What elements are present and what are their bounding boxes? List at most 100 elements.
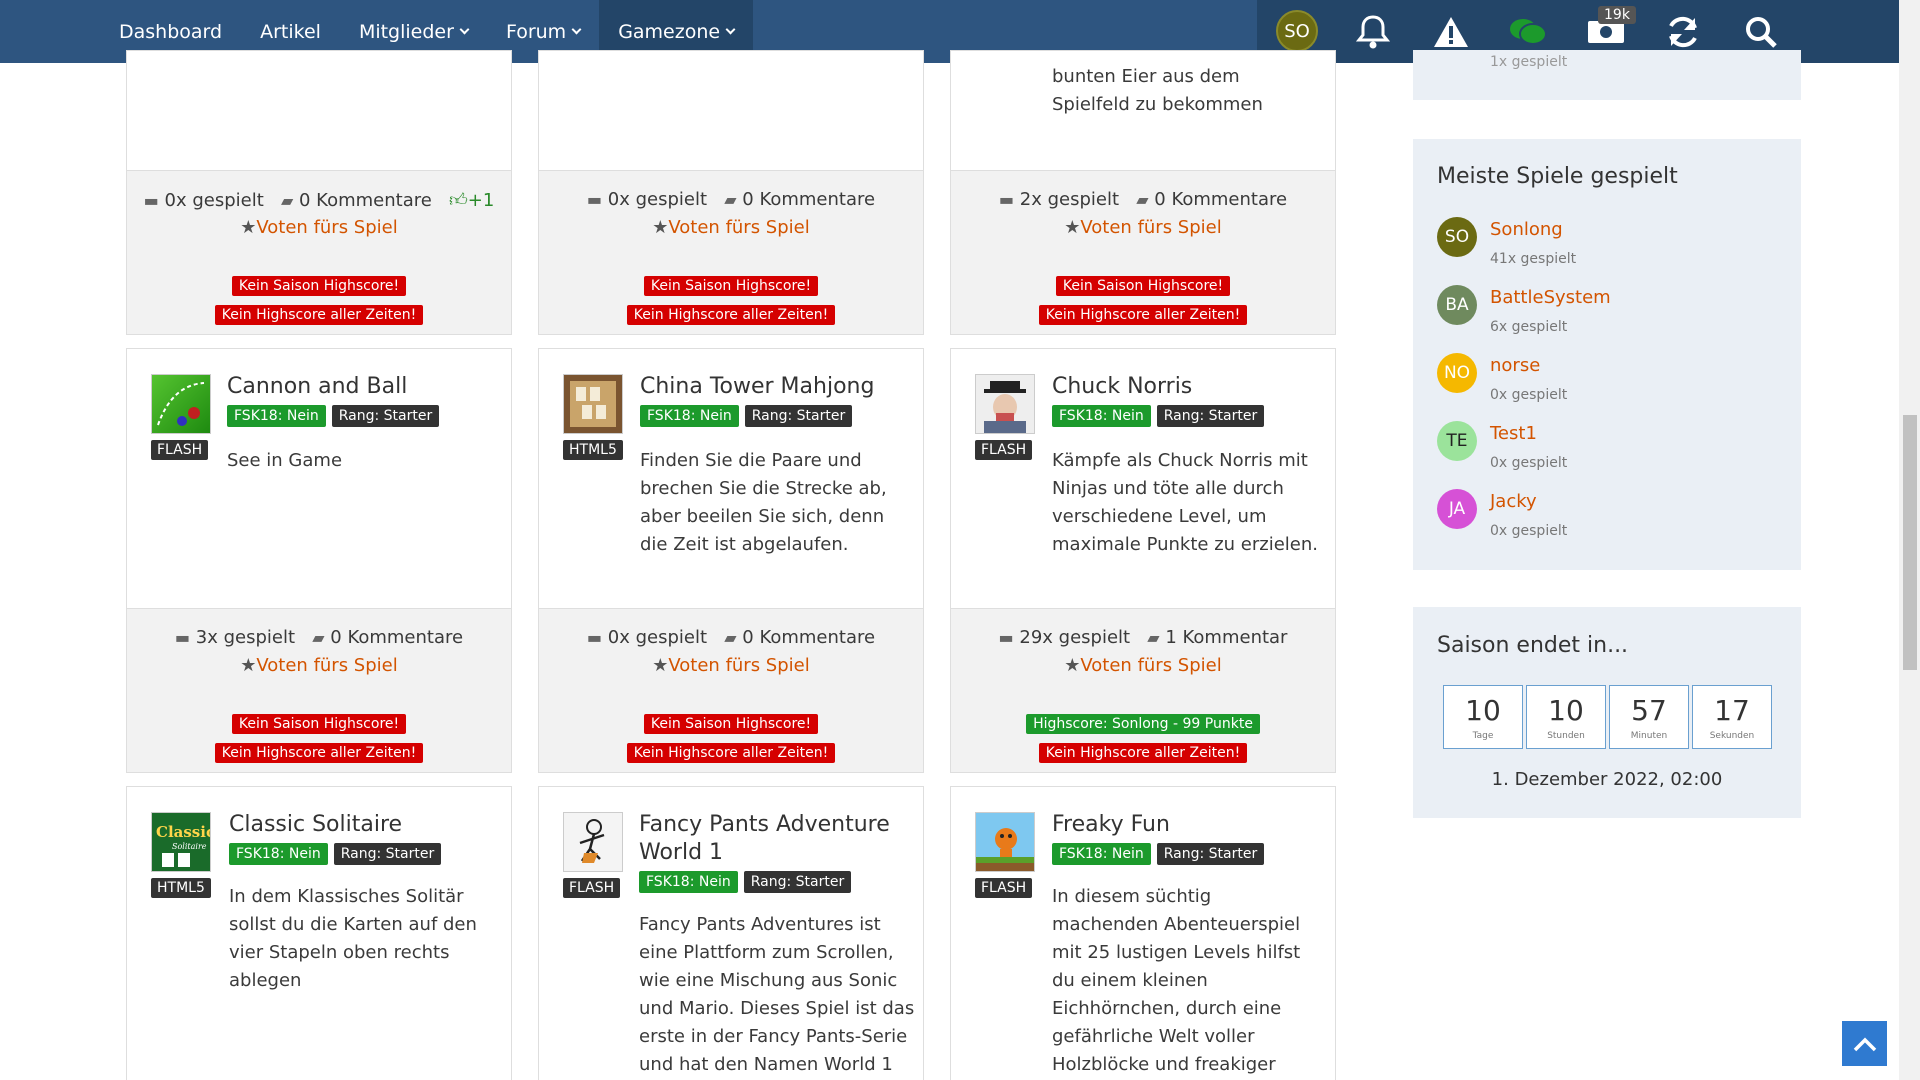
comment-count[interactable]: 0 Kommentare <box>299 190 432 211</box>
game-card: ▬ 0x gespielt ▰ 0 Kommentare 👍︎+1 ★Voten… <box>126 50 512 335</box>
game-title[interactable]: Fancy Pants Adventure World 1 <box>639 811 909 867</box>
fsk-badge: FSK18: Nein <box>227 405 326 427</box>
rank-badge: Rang: Starter <box>744 405 853 427</box>
card-stats: ▬ 0x gespielt ▰ 0 Kommentare <box>539 627 923 648</box>
vote-link[interactable]: ★Voten fürs Spiel <box>951 217 1335 238</box>
player-name[interactable]: norse <box>1490 355 1540 376</box>
player-name[interactable]: Test1 <box>1490 423 1537 444</box>
player-played-count: 0x gespielt <box>1490 455 1568 471</box>
most-played-title: Meiste Spiele gespielt <box>1437 164 1678 189</box>
chevron-down-icon <box>725 24 736 34</box>
gamepad-icon: ▬ <box>998 628 1014 647</box>
countdown-value: 57 <box>1631 694 1667 727</box>
game-type-tag: FLASH <box>975 440 1033 460</box>
season-highscore: Kein Saison Highscore! <box>127 275 511 296</box>
gamepad-icon: ▬ <box>586 190 603 209</box>
game-thumbnail[interactable] <box>975 374 1035 434</box>
game-thumbnail[interactable] <box>563 812 623 872</box>
countdown-seconds: 17 Sekunden <box>1692 685 1772 749</box>
countdown-unit: Tage <box>1472 731 1494 741</box>
gamepad-icon: ▬ <box>998 190 1015 209</box>
avatar[interactable]: BA <box>1437 285 1477 325</box>
played-count: 29x gespielt <box>1019 627 1131 648</box>
season-highscore-badge: Kein Saison Highscore! <box>231 714 407 734</box>
comment-count[interactable]: 0 Kommentare <box>1154 189 1287 210</box>
game-badges: FSK18: Nein Rang: Starter <box>639 871 852 893</box>
avatar[interactable]: SO <box>1437 217 1477 257</box>
game-type-tag: HTML5 <box>563 440 623 460</box>
avatar[interactable]: JA <box>1437 489 1477 529</box>
user-avatar[interactable]: SO <box>1276 10 1318 52</box>
game-title[interactable]: China Tower Mahjong <box>640 373 874 401</box>
gamepad-icon: ▬ <box>143 191 159 210</box>
gamepad-icon: ▬ <box>174 628 191 647</box>
countdown-value: 10 <box>1465 694 1501 727</box>
season-highscore: Kein Saison Highscore! <box>539 275 923 296</box>
star-icon: ★ <box>652 655 669 676</box>
game-title[interactable]: Chuck Norris <box>1052 373 1192 401</box>
comment-count[interactable]: 0 Kommentare <box>330 627 463 648</box>
comment-count[interactable]: 0 Kommentare <box>742 189 875 210</box>
rank-badge: Rang: Starter <box>333 843 442 865</box>
star-icon: ★ <box>1064 655 1081 676</box>
warning-icon[interactable] <box>1429 10 1473 54</box>
card-footer: ▬ 0x gespielt ▰ 0 Kommentare 👍︎+1 ★Voten… <box>127 170 511 334</box>
vote-link[interactable]: ★Voten fürs Spiel <box>951 655 1335 676</box>
vote-link[interactable]: ★Voten fürs Spiel <box>127 217 511 238</box>
vote-label: Voten fürs Spiel <box>668 217 810 238</box>
player-name[interactable]: BattleSystem <box>1490 287 1611 308</box>
player-played-count: 41x gespielt <box>1490 251 1577 267</box>
chevron-down-icon <box>571 24 582 34</box>
chat-icon[interactable] <box>1506 10 1550 54</box>
scroll-to-top-button[interactable] <box>1842 1021 1887 1066</box>
player-played-count: 0x gespielt <box>1490 387 1568 403</box>
game-card: FLASH Fancy Pants Adventure World 1 FSK1… <box>538 786 924 1080</box>
game-thumbnail[interactable]: Classic Solitaire <box>151 812 215 872</box>
game-title[interactable]: Cannon and Ball <box>227 373 407 401</box>
player-name[interactable]: Jacky <box>1490 491 1537 512</box>
nav-label: Gamezone <box>618 20 721 43</box>
star-icon: ★ <box>240 217 257 238</box>
comment-icon: ▰ <box>1147 628 1160 647</box>
gamepad-icon: ▬ <box>586 628 603 647</box>
season-highscore: Kein Saison Highscore! <box>539 713 923 734</box>
most-played-panel: Meiste Spiele gespielt SO Sonlong 41x ge… <box>1413 139 1801 570</box>
countdown-minutes: 57 Minuten <box>1609 685 1689 749</box>
fsk-badge: FSK18: Nein <box>1052 405 1151 427</box>
countdown-hours: 10 Stunden <box>1526 685 1606 749</box>
avatar[interactable]: TE <box>1437 421 1477 461</box>
game-title[interactable]: Classic Solitaire <box>229 811 402 839</box>
vote-link[interactable]: ★Voten fürs Spiel <box>539 655 923 676</box>
game-description: Kämpfe als Chuck Norris mit Ninjas und t… <box>1052 450 1318 555</box>
star-icon: ★ <box>652 217 669 238</box>
game-badges: FSK18: Nein Rang: Starter <box>640 405 853 427</box>
alltime-highscore: Kein Highscore aller Zeiten! <box>951 304 1335 325</box>
game-thumbnail[interactable] <box>563 374 623 434</box>
card-footer: ▬ 29x gespielt ▰ 1 Kommentar ★Voten fürs… <box>951 608 1335 772</box>
bell-icon[interactable] <box>1351 10 1395 54</box>
played-count: 0x gespielt <box>607 189 708 210</box>
game-thumbnail[interactable] <box>151 374 211 434</box>
game-title[interactable]: Freaky Fun <box>1052 811 1170 839</box>
card-stats: ▬ 29x gespielt ▰ 1 Kommentar <box>951 627 1335 648</box>
comment-count[interactable]: 1 Kommentar <box>1165 627 1287 648</box>
vote-link[interactable]: ★Voten fürs Spiel <box>127 655 511 676</box>
game-badges: FSK18: Nein Rang: Starter <box>1052 843 1265 865</box>
season-end-date: 1. Dezember 2022, 02:00 <box>1491 769 1723 790</box>
scrollbar-thumb[interactable] <box>1903 415 1917 670</box>
game-card: FLASH Freaky Fun FSK18: Nein Rang: Start… <box>950 786 1336 1080</box>
card-footer: ▬ 0x gespielt ▰ 0 Kommentare ★Voten fürs… <box>539 608 923 772</box>
thumbs-up-icon[interactable]: 👍︎ <box>449 190 468 211</box>
search-icon[interactable] <box>1739 10 1783 54</box>
played-count: 3x gespielt <box>195 627 296 648</box>
svg-text:Solitaire: Solitaire <box>172 842 207 851</box>
refresh-icon[interactable] <box>1661 10 1705 54</box>
player-name[interactable]: Sonlong <box>1490 219 1563 240</box>
vote-link[interactable]: ★Voten fürs Spiel <box>539 217 923 238</box>
comment-count[interactable]: 0 Kommentare <box>742 627 875 648</box>
comment-icon: ▰ <box>312 628 325 647</box>
game-thumbnail[interactable] <box>975 812 1035 872</box>
avatar[interactable]: NO <box>1437 353 1477 393</box>
rank-badge: Rang: Starter <box>1156 405 1265 427</box>
game-card: FLASH Cannon and Ball FSK18: Nein Rang: … <box>126 348 512 773</box>
